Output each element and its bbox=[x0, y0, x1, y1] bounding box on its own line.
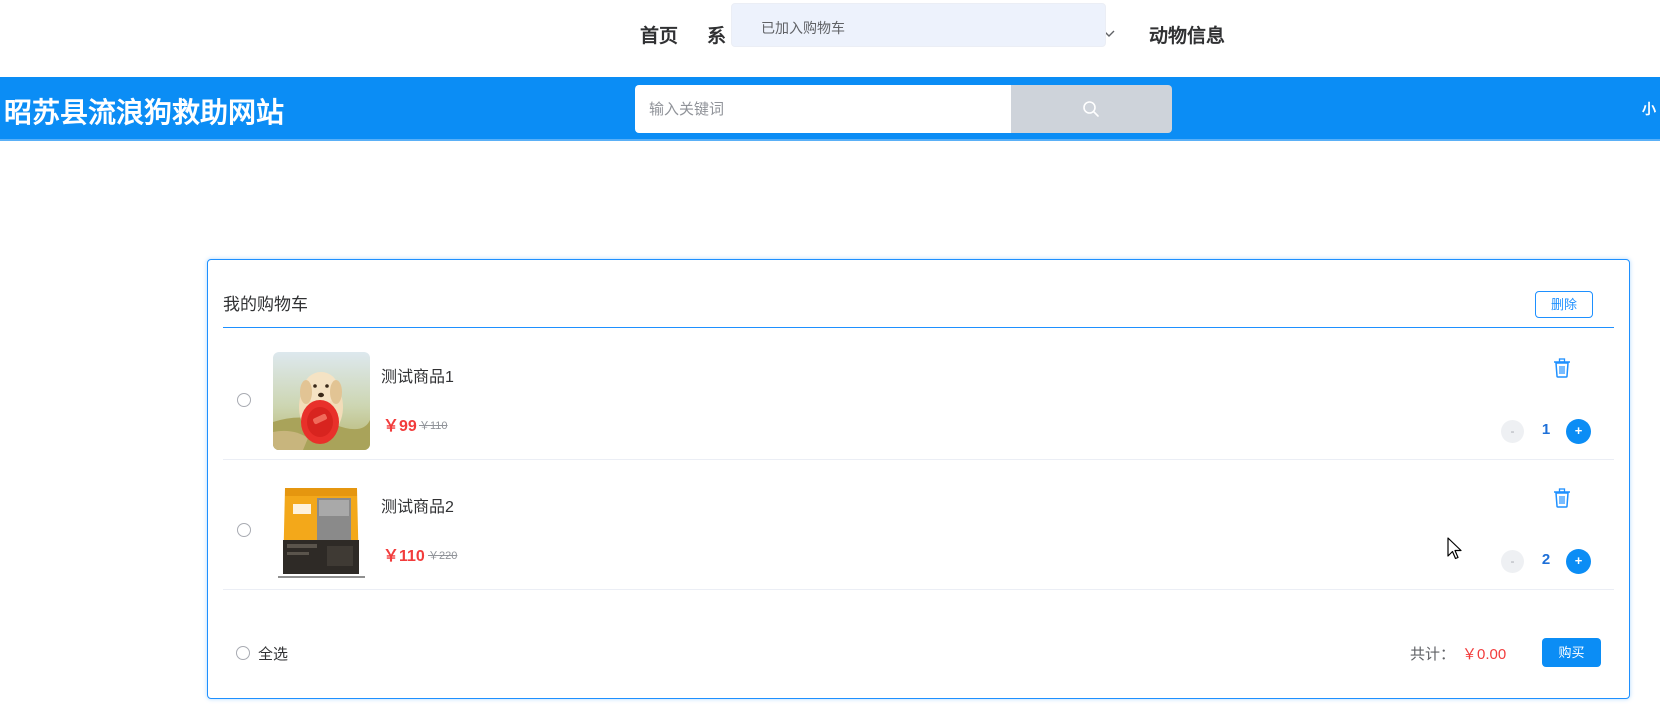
quantity-decrease-button[interactable]: - bbox=[1501, 550, 1524, 573]
quantity-value: 2 bbox=[1541, 551, 1551, 568]
item-select-radio[interactable] bbox=[237, 523, 251, 537]
buy-button[interactable]: 购买 bbox=[1542, 638, 1601, 667]
cart-title: 我的购物车 bbox=[223, 295, 308, 314]
quantity-decrease-button[interactable]: - bbox=[1501, 420, 1524, 443]
cart-item-row: 测试商品2 ￥110 ￥220 - 2 + bbox=[223, 460, 1614, 590]
search-input[interactable] bbox=[635, 85, 1011, 133]
product-price: ￥110 bbox=[383, 548, 425, 565]
nav-system-introduction[interactable]: 系 bbox=[707, 21, 726, 48]
product-name: 测试商品2 bbox=[381, 499, 454, 516]
site-title: 昭苏县流浪狗救助网站 bbox=[4, 97, 285, 128]
cart-item-row: 测试商品1 ￥99 ￥110 - 1 + bbox=[223, 330, 1614, 460]
search-icon bbox=[1083, 101, 1099, 117]
trash-icon[interactable] bbox=[1553, 488, 1571, 508]
cart-header-divider bbox=[223, 327, 1614, 328]
golden-retriever-image bbox=[273, 352, 370, 450]
product-image bbox=[273, 482, 370, 580]
quantity-value: 1 bbox=[1541, 421, 1551, 438]
product-original-price: ￥110 bbox=[419, 420, 448, 432]
product-price: ￥99 bbox=[383, 418, 417, 435]
product-name: 测试商品1 bbox=[381, 369, 454, 386]
mouse-cursor-icon bbox=[1447, 537, 1462, 560]
product-image bbox=[273, 352, 370, 450]
header-bar: 昭苏县流浪狗救助网站 小 bbox=[0, 77, 1660, 141]
delete-button[interactable]: 删除 bbox=[1535, 291, 1593, 318]
select-all-radio[interactable] bbox=[236, 646, 250, 660]
cart-panel: 我的购物车 删除 测试商品1 ￥99 ￥110 - 1 + 测试商品2 ￥110… bbox=[207, 259, 1630, 699]
item-select-radio[interactable] bbox=[237, 393, 251, 407]
total-value: ￥0.00 bbox=[1462, 646, 1507, 663]
dog-food-bag-image bbox=[273, 482, 370, 580]
select-all-label[interactable]: 全选 bbox=[258, 643, 288, 664]
quantity-increase-button[interactable]: + bbox=[1566, 549, 1591, 574]
total-label: 共计： bbox=[1410, 646, 1456, 663]
product-original-price: ￥220 bbox=[428, 550, 458, 562]
quantity-increase-button[interactable]: + bbox=[1566, 419, 1591, 444]
trash-icon[interactable] bbox=[1553, 358, 1571, 378]
nav-animal-info[interactable]: 动物信息 bbox=[1149, 21, 1225, 48]
toast-text: 已加入购物车 bbox=[761, 20, 845, 36]
row-divider bbox=[223, 589, 1614, 590]
toast-message: 已加入购物车 bbox=[731, 3, 1106, 47]
nav-home[interactable]: 首页 bbox=[640, 21, 678, 48]
search-button[interactable] bbox=[1011, 85, 1172, 133]
user-name[interactable]: 小 bbox=[1642, 99, 1656, 119]
